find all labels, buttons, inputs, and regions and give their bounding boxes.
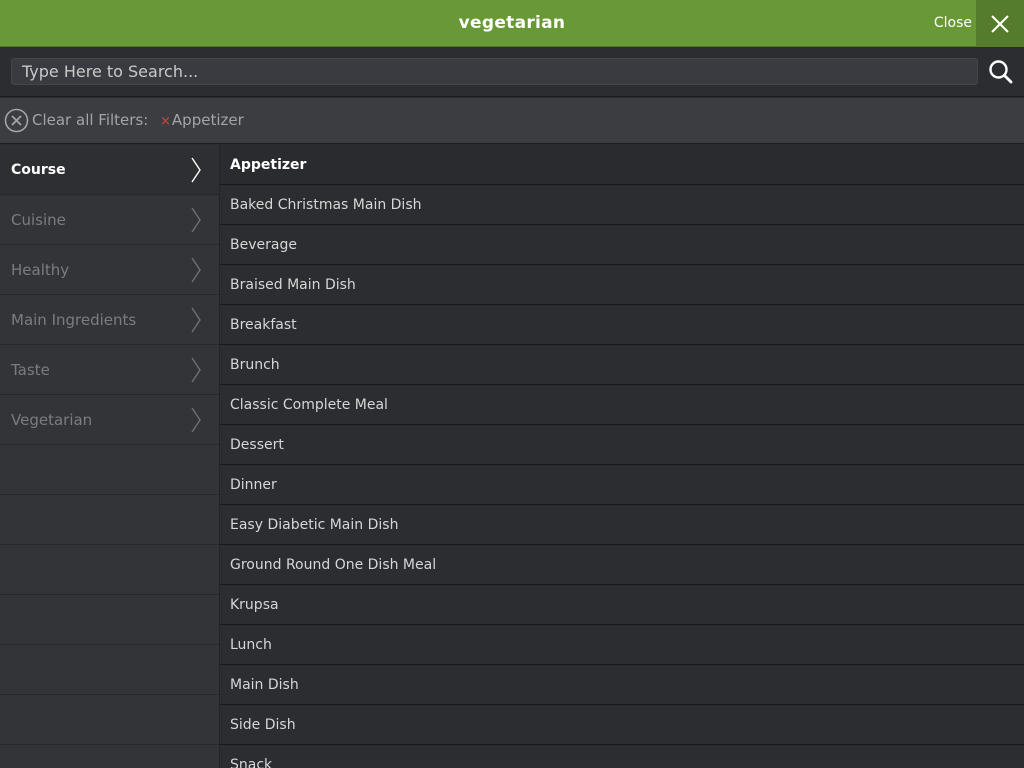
list-item[interactable]: Dinner: [220, 465, 1024, 505]
sidebar-item-vegetarian[interactable]: Vegetarian: [0, 395, 219, 445]
list-item[interactable]: Snack: [220, 745, 1024, 768]
search-input[interactable]: [11, 58, 978, 85]
sidebar-item-cuisine[interactable]: Cuisine: [0, 195, 219, 245]
sidebar-empty-row: [0, 495, 219, 545]
sidebar-item-label: Healthy: [11, 261, 70, 279]
sidebar-item-main-ingredients[interactable]: Main Ingredients: [0, 295, 219, 345]
chevron-right-icon: [191, 157, 201, 183]
chevron-right-icon: [191, 207, 201, 233]
list-item[interactable]: Breakfast: [220, 305, 1024, 345]
sidebar-item-taste[interactable]: Taste: [0, 345, 219, 395]
list-item[interactable]: Dessert: [220, 425, 1024, 465]
active-filter-chip[interactable]: ×Appetizer: [160, 98, 244, 144]
category-sidebar: Course Cuisine Healthy Main Ingredients …: [0, 145, 220, 768]
chevron-right-icon: [191, 407, 201, 433]
remove-filter-icon[interactable]: ×: [160, 114, 171, 129]
close-button[interactable]: [976, 0, 1024, 47]
close-label[interactable]: Close: [934, 0, 972, 47]
list-item[interactable]: Main Dish: [220, 665, 1024, 705]
clear-filters-button[interactable]: Clear all Filters:: [32, 98, 148, 144]
sidebar-empty-row: [0, 595, 219, 645]
chevron-right-icon: [191, 357, 201, 383]
sidebar-item-label: Cuisine: [11, 211, 66, 229]
sidebar-item-label: Main Ingredients: [11, 311, 137, 329]
header-bar: vegetarian Close: [0, 0, 1024, 47]
sidebar-empty-row: [0, 545, 219, 595]
page-title: vegetarian: [458, 13, 566, 33]
list-item-selected[interactable]: Appetizer: [220, 145, 1024, 185]
list-item[interactable]: Easy Diabetic Main Dish: [220, 505, 1024, 545]
sidebar-empty-row: [0, 645, 219, 695]
app-root: vegetarian Close Clear all Filters: ×App…: [0, 0, 1024, 768]
chevron-right-icon: [191, 257, 201, 283]
active-filter-label: Appetizer: [171, 111, 244, 129]
sidebar-item-healthy[interactable]: Healthy: [0, 245, 219, 295]
list-item[interactable]: Beverage: [220, 225, 1024, 265]
list-item[interactable]: Braised Main Dish: [220, 265, 1024, 305]
list-item[interactable]: Brunch: [220, 345, 1024, 385]
search-icon[interactable]: [988, 59, 1014, 85]
filter-bar: Clear all Filters: ×Appetizer: [0, 98, 1024, 144]
list-item[interactable]: Classic Complete Meal: [220, 385, 1024, 425]
close-icon: [991, 15, 1009, 33]
option-list: Appetizer Baked Christmas Main Dish Beve…: [220, 145, 1024, 768]
search-bar: [0, 48, 1024, 97]
list-item[interactable]: Krupsa: [220, 585, 1024, 625]
sidebar-item-label: Taste: [11, 361, 50, 379]
list-item[interactable]: Lunch: [220, 625, 1024, 665]
sidebar-item-label: Vegetarian: [11, 411, 93, 429]
sidebar-empty-row: [0, 445, 219, 495]
list-item[interactable]: Ground Round One Dish Meal: [220, 545, 1024, 585]
sidebar-item-course[interactable]: Course: [0, 145, 219, 195]
sidebar-empty-row: [0, 695, 219, 745]
circle-x-icon[interactable]: [4, 108, 29, 133]
list-item[interactable]: Side Dish: [220, 705, 1024, 745]
sidebar-item-label: Course: [11, 162, 66, 178]
list-item[interactable]: Baked Christmas Main Dish: [220, 185, 1024, 225]
chevron-right-icon: [191, 307, 201, 333]
